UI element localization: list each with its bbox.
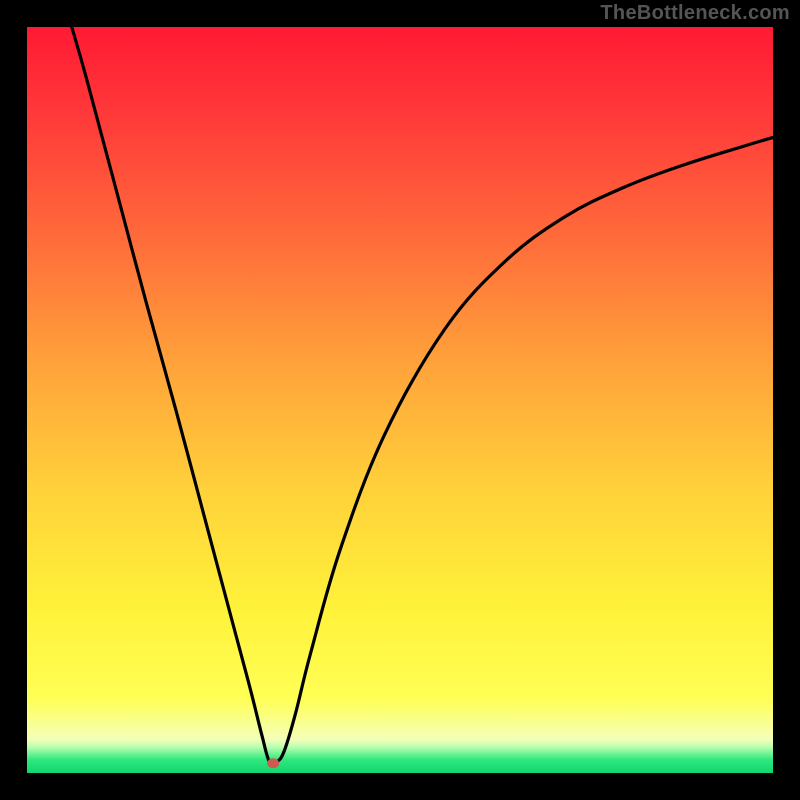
plot-svg [27,27,773,773]
minimum-marker [267,758,279,768]
gradient-background [27,27,773,773]
chart-frame: TheBottleneck.com [0,0,800,800]
watermark-text: TheBottleneck.com [600,2,790,25]
plot-area [27,27,773,773]
